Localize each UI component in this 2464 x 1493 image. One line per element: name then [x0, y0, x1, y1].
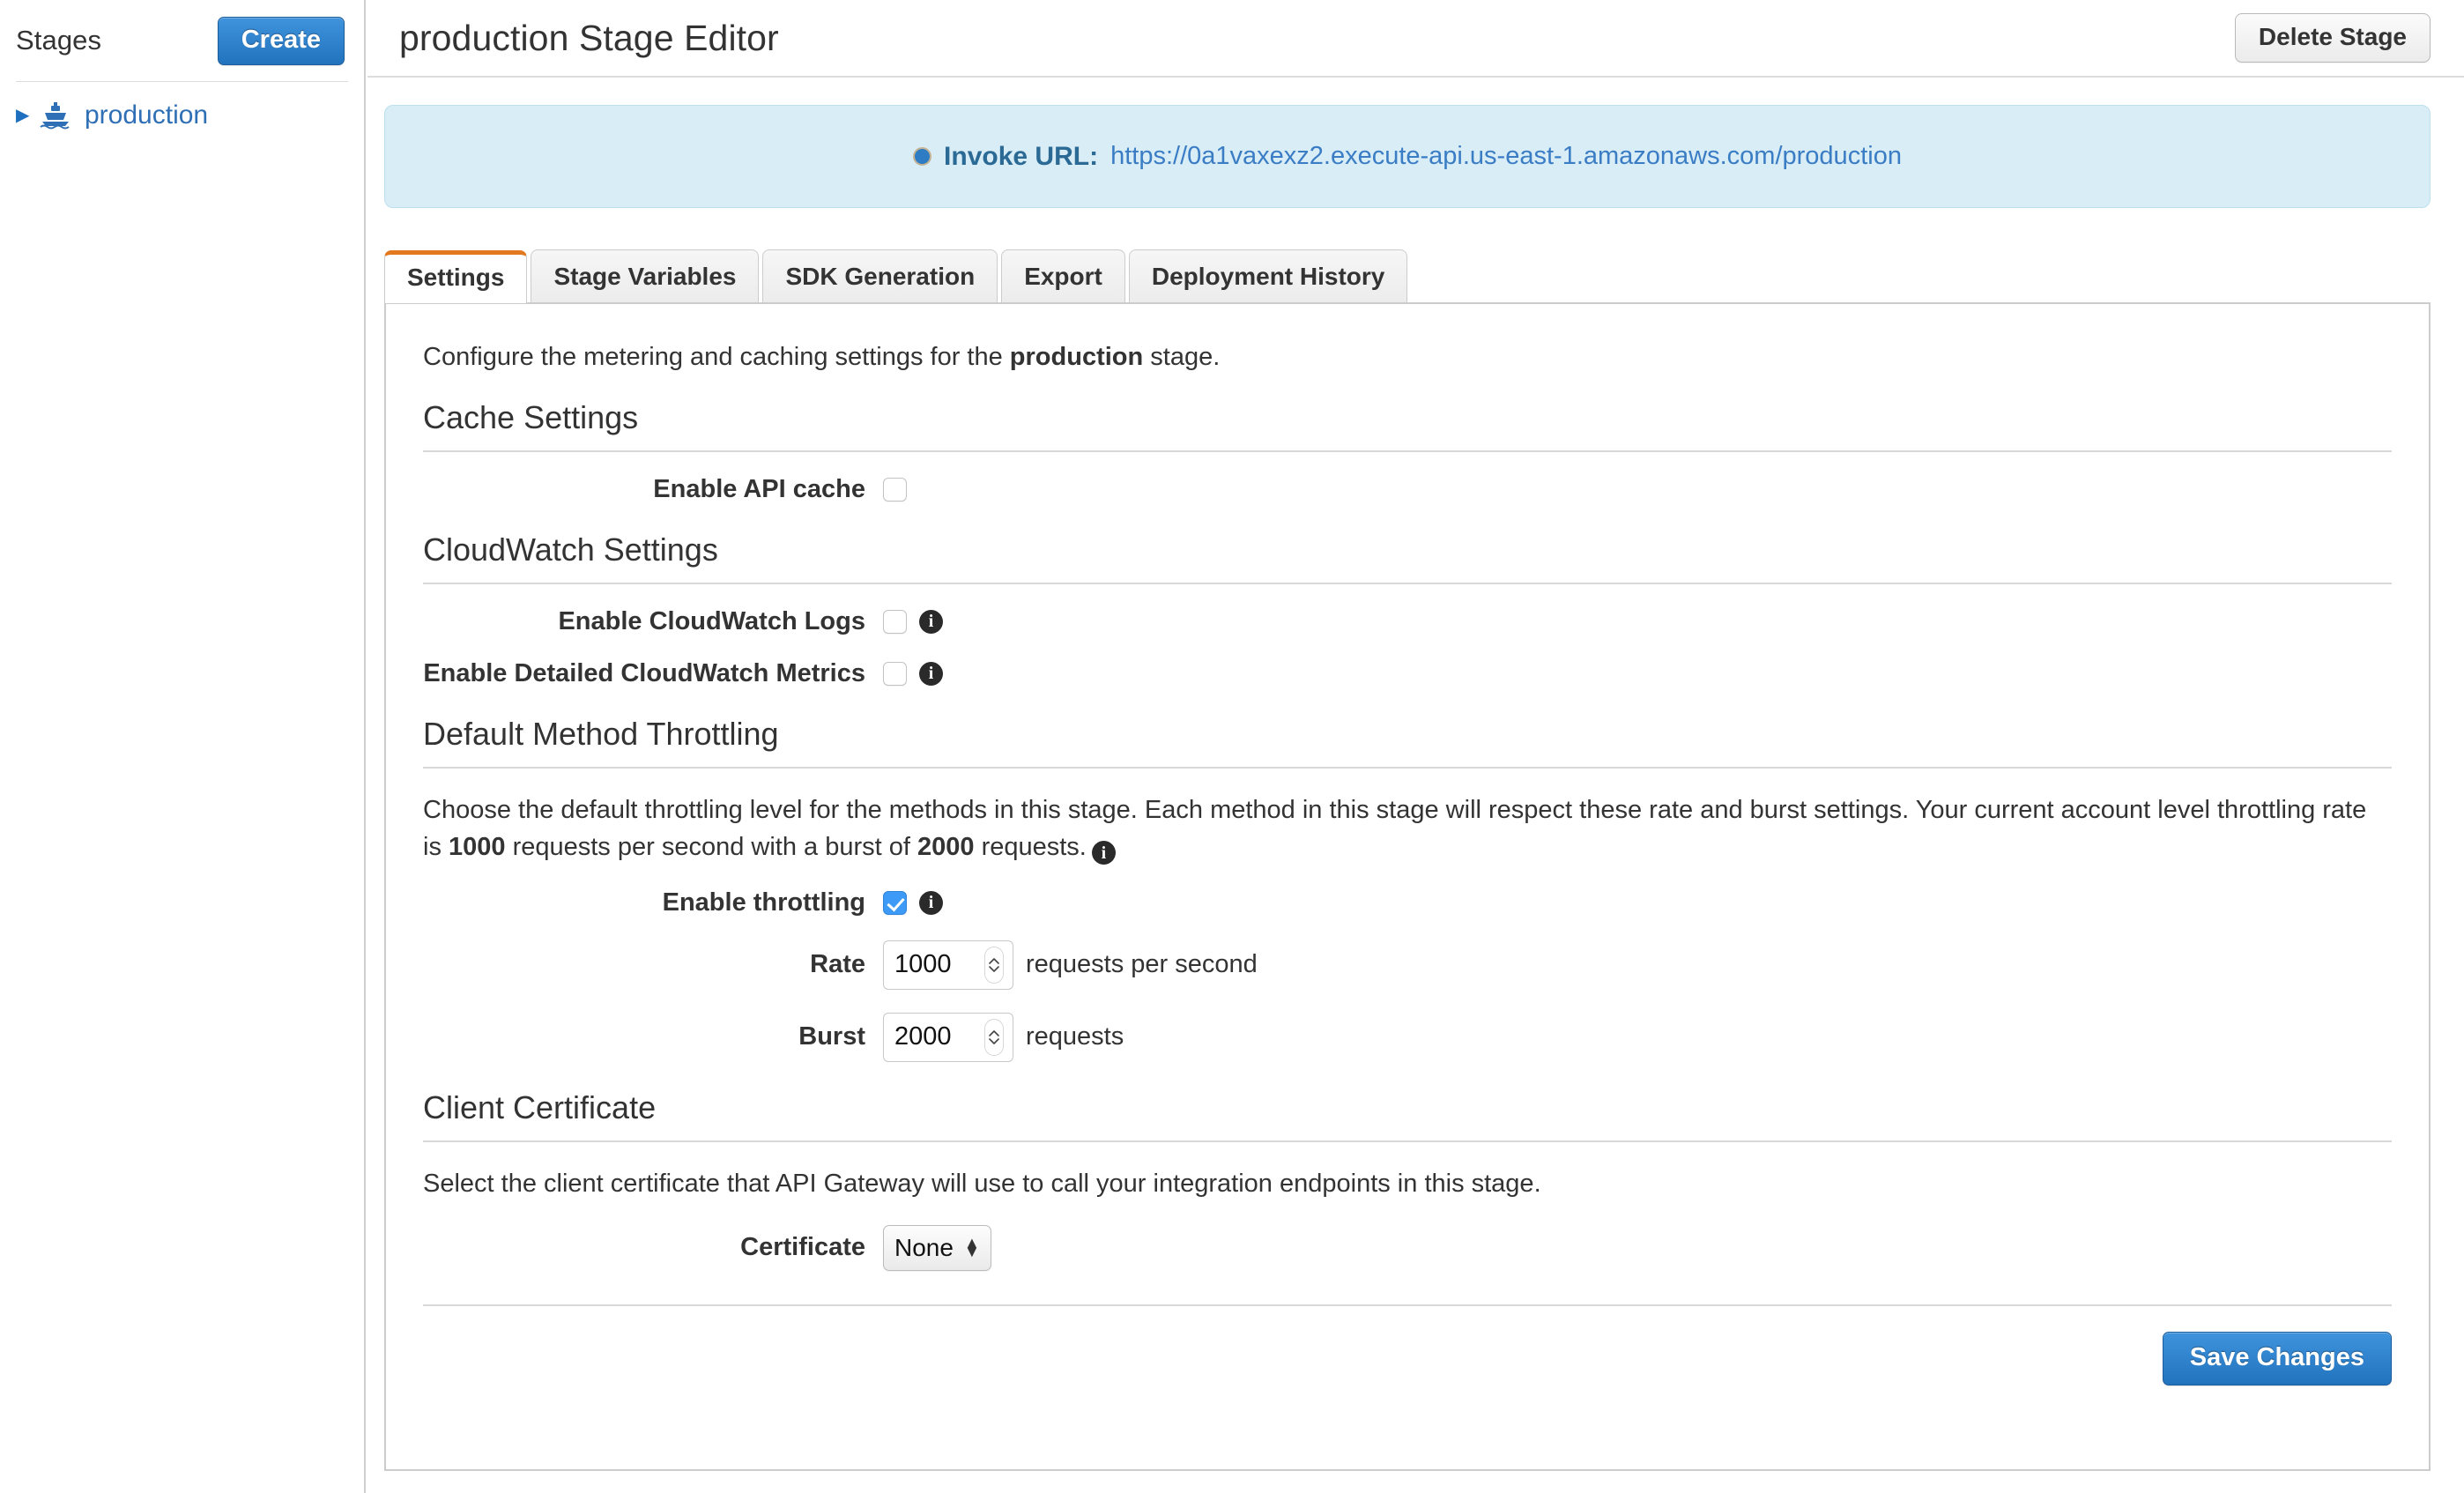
save-changes-button[interactable]: Save Changes [2162, 1331, 2392, 1385]
enable-cloudwatch-logs-label: Enable CloudWatch Logs [558, 606, 865, 635]
client-certificate-description: Select the client certificate that API G… [423, 1169, 1541, 1198]
sidebar-header: Stages Create [0, 0, 364, 81]
cache-settings-heading: Cache Settings [423, 398, 639, 435]
row-rate: Rate 1000 requests per second [416, 940, 2399, 990]
stages-sidebar: Stages Create ▶ production [0, 0, 366, 1493]
settings-panel: Configure the metering and caching setti… [384, 301, 2431, 1471]
burst-value: 2000 [894, 1022, 952, 1051]
settings-intro-stage: production [1009, 342, 1144, 371]
expand-caret-icon[interactable]: ▶ [16, 107, 39, 124]
rate-field: 1000 requests per second [883, 940, 1258, 990]
arrow-down-icon: ▼ [963, 1242, 980, 1260]
burst-field: 2000 requests [883, 1012, 1124, 1062]
settings-intro-suffix: stage. [1143, 342, 1221, 371]
ship-icon [39, 100, 72, 130]
invoke-url-label: Invoke URL: [944, 141, 1099, 171]
row-enable-api-cache: Enable API cache [416, 475, 2399, 504]
settings-intro: Configure the metering and caching setti… [423, 343, 2399, 372]
select-arrows-icon: ▲ ▼ [963, 1235, 980, 1260]
throttling-description: Choose the default throttling level for … [423, 791, 2392, 865]
row-certificate: Certificate None ▲ ▼ [416, 1224, 2399, 1271]
panel-footer-rule [423, 1304, 2392, 1306]
stages-title: Stages [16, 25, 102, 56]
cloudwatch-settings-rule [423, 582, 2392, 584]
chevron-up-icon [989, 1030, 999, 1036]
client-certificate-rule [423, 1140, 2392, 1142]
cloudwatch-settings-heading: CloudWatch Settings [423, 531, 718, 568]
page-header: production Stage Editor Delete Stage [367, 0, 2464, 78]
enable-cloudwatch-logs-checkbox[interactable] [883, 609, 907, 634]
row-enable-cloudwatch-logs: Enable CloudWatch Logs i [416, 607, 2399, 636]
throttling-desc-part3: requests. [974, 832, 1087, 861]
tab-settings[interactable]: Settings [384, 250, 528, 303]
row-enable-throttling: Enable throttling i [416, 888, 2399, 917]
burst-stepper[interactable] [984, 1018, 1004, 1056]
invoke-url-banner: Invoke URL: https://0a1vaxexz2.execute-a… [384, 105, 2431, 208]
rate-label: Rate [810, 950, 865, 979]
enable-api-cache-field [883, 477, 907, 501]
detailed-metrics-info-icon[interactable]: i [919, 661, 943, 686]
throttling-heading: Default Method Throttling [423, 715, 779, 752]
chevron-up-icon [989, 958, 999, 964]
tab-sdk-generation[interactable]: SDK Generation [762, 249, 998, 302]
enable-api-cache-label: Enable API cache [653, 474, 865, 503]
certificate-field: None ▲ ▼ [883, 1224, 991, 1271]
rate-input[interactable]: 1000 [883, 940, 1013, 990]
certificate-label: Certificate [740, 1233, 865, 1262]
enable-detailed-metrics-label: Enable Detailed CloudWatch Metrics [423, 658, 865, 687]
create-stage-button[interactable]: Create [217, 16, 345, 65]
enable-throttling-checkbox[interactable] [883, 890, 907, 915]
rate-unit: requests per second [1026, 950, 1258, 979]
chevron-down-icon [989, 966, 999, 972]
enable-throttling-info-icon[interactable]: i [919, 890, 943, 915]
rate-value: 1000 [894, 950, 952, 979]
tab-deployment-history[interactable]: Deployment History [1128, 249, 1408, 302]
tab-bar: Settings Stage Variables SDK Generation … [384, 249, 2464, 303]
page-title: production Stage Editor [399, 17, 779, 58]
invoke-url-inner: Invoke URL: https://0a1vaxexz2.execute-a… [913, 142, 1902, 172]
certificate-select[interactable]: None ▲ ▼ [883, 1224, 991, 1271]
account-rate-value: 1000 [449, 832, 506, 861]
row-enable-detailed-metrics: Enable Detailed CloudWatch Metrics i [416, 659, 2399, 688]
main-content: production Stage Editor Delete Stage Inv… [367, 0, 2464, 1493]
delete-stage-button[interactable]: Delete Stage [2234, 13, 2431, 63]
throttling-desc-part2: requests per second with a burst of [505, 832, 917, 861]
tab-export[interactable]: Export [1001, 249, 1125, 302]
settings-intro-prefix: Configure the metering and caching setti… [423, 342, 1010, 371]
stage-editor-page: Stages Create ▶ production production St… [0, 0, 2464, 1493]
tab-stage-variables[interactable]: Stage Variables [531, 249, 760, 302]
rate-stepper[interactable] [984, 946, 1004, 984]
enable-throttling-field: i [883, 890, 943, 915]
panel-footer: Save Changes [423, 1331, 2392, 1385]
invoke-url-link[interactable]: https://0a1vaxexz2.execute-api.us-east-1… [1110, 142, 1902, 171]
tree-item-label[interactable]: production [85, 100, 208, 130]
throttling-info-icon[interactable]: i [1091, 841, 1116, 865]
chevron-down-icon [989, 1038, 999, 1044]
enable-detailed-metrics-field: i [883, 661, 943, 686]
info-bullet-icon [913, 147, 932, 166]
cloudwatch-logs-info-icon[interactable]: i [919, 609, 943, 634]
stages-tree: ▶ production [0, 82, 364, 135]
burst-input[interactable]: 2000 [883, 1012, 1013, 1062]
enable-cloudwatch-logs-field: i [883, 609, 943, 634]
tree-item-production[interactable]: ▶ production [16, 96, 364, 135]
burst-unit: requests [1026, 1022, 1124, 1051]
burst-label: Burst [798, 1022, 865, 1051]
enable-throttling-label: Enable throttling [662, 888, 865, 917]
enable-api-cache-checkbox[interactable] [883, 477, 907, 501]
account-burst-value: 2000 [917, 832, 975, 861]
row-burst: Burst 2000 requests [416, 1012, 2399, 1062]
certificate-selected-value: None [894, 1233, 954, 1261]
cache-settings-rule [423, 449, 2392, 452]
client-certificate-heading: Client Certificate [423, 1088, 657, 1125]
throttling-rule [423, 766, 2392, 769]
enable-detailed-metrics-checkbox[interactable] [883, 661, 907, 686]
